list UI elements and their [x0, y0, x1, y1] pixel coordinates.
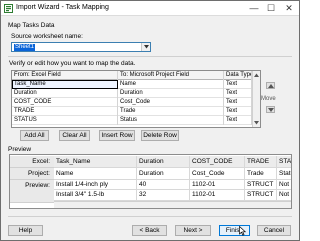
import-wizard-window: Import Wizard - Task Mapping — ☐ ✕ Map T… — [0, 0, 300, 241]
move-up-button[interactable] — [266, 82, 275, 89]
table-row[interactable]: Duration Duration Text — [12, 89, 260, 98]
preview-data-cell: Install 1/4-inch ply — [54, 180, 137, 190]
header-datatype: Data Type — [226, 71, 252, 80]
preview-excel-cell: Duration — [137, 156, 190, 168]
preview-row-label: Project: — [10, 168, 54, 180]
type-cell: Text — [224, 89, 252, 98]
close-icon[interactable]: ✕ — [281, 2, 297, 14]
source-worksheet-combo[interactable]: Sheet1 — [11, 42, 151, 52]
table-row[interactable]: STATUS Status Text — [12, 116, 260, 125]
preview-scrollbar[interactable] — [54, 201, 291, 208]
cancel-button[interactable]: Cancel — [257, 225, 291, 236]
back-button[interactable]: < Back — [132, 225, 167, 236]
title-bar: Import Wizard - Task Mapping — ☐ ✕ — [1, 1, 299, 16]
maximize-icon[interactable]: ☐ — [263, 2, 279, 14]
to-cell[interactable]: Cost_Code — [118, 98, 224, 107]
preview-data-cell: Not S — [277, 180, 291, 190]
add-all-button[interactable]: Add All — [20, 130, 49, 141]
section-title: Map Tasks Data — [8, 22, 55, 29]
mapping-instructions: Verify or edit how you want to map the d… — [9, 60, 136, 67]
minimize-icon[interactable]: — — [246, 2, 262, 14]
preview-data-cell: 1102-01 — [190, 180, 245, 190]
app-icon — [4, 4, 13, 13]
preview-excel-cell: STATUS — [277, 156, 291, 168]
mapping-table-scrollbar[interactable] — [252, 71, 260, 127]
preview-grid: Excel: Project: Preview: Task_Name Durat… — [9, 154, 292, 209]
mouse-cursor-icon — [239, 226, 246, 236]
move-down-button[interactable] — [266, 106, 275, 113]
table-row[interactable]: COST_CODE Cost_Code Text — [12, 98, 260, 107]
preview-title: Preview — [8, 146, 32, 153]
type-cell: Text — [224, 98, 252, 107]
mapping-table-header: From: Excel Field To: Microsoft Project … — [12, 71, 260, 80]
from-cell[interactable]: Duration — [12, 89, 118, 98]
move-up-icon — [268, 84, 274, 88]
insert-row-button[interactable]: Insert Row — [99, 130, 135, 141]
divider — [8, 56, 292, 57]
mapping-table[interactable]: From: Excel Field To: Microsoft Project … — [11, 70, 261, 128]
preview-project-cell: Cost_Code — [190, 168, 245, 180]
preview-project-cell: Name — [54, 168, 137, 180]
combo-arrow-icon[interactable] — [141, 43, 150, 51]
table-row[interactable]: Task_Name Name Text — [12, 80, 260, 89]
footer-divider — [8, 216, 292, 217]
source-worksheet-value: Sheet1 — [14, 44, 36, 51]
preview-project-cell: Status — [277, 168, 291, 180]
to-cell[interactable]: Duration — [118, 89, 224, 98]
preview-project-cell: Trade — [245, 168, 277, 180]
clear-all-button[interactable]: Clear All — [59, 130, 90, 141]
move-down-icon — [268, 108, 274, 112]
table-row[interactable]: TRADE Trade Text — [12, 107, 260, 116]
preview-data-cell: 32 — [137, 190, 190, 201]
header-from: From: Excel Field — [12, 71, 118, 80]
window-title: Import Wizard - Task Mapping — [16, 4, 109, 11]
preview-data-cell: 40 — [137, 180, 190, 190]
delete-row-button[interactable]: Delete Row — [141, 130, 179, 141]
from-cell[interactable]: Task_Name — [12, 80, 118, 89]
from-cell[interactable]: COST_CODE — [12, 98, 118, 107]
preview-excel-cell: COST_CODE — [190, 156, 245, 168]
source-worksheet-label: Source worksheet name: — [11, 33, 83, 40]
scroll-up-icon[interactable] — [254, 73, 259, 77]
type-cell: Text — [224, 107, 252, 116]
preview-project-cell: Duration — [137, 168, 190, 180]
preview-data-cell: STRUCT — [245, 190, 277, 201]
header-to: To: Microsoft Project Field — [118, 71, 224, 80]
to-cell[interactable]: Trade — [118, 107, 224, 116]
preview-data-cell: STRUCT — [245, 180, 277, 190]
preview-data-cell: Not S — [277, 190, 291, 201]
to-cell[interactable]: Status — [118, 116, 224, 125]
scroll-down-icon[interactable] — [254, 121, 259, 125]
from-cell[interactable]: STATUS — [12, 116, 118, 125]
from-cell[interactable]: TRADE — [12, 107, 118, 116]
preview-row-label: Excel: — [10, 156, 54, 168]
preview-excel-cell: Task_Name — [54, 156, 137, 168]
preview-row-label: Preview: — [10, 180, 54, 203]
preview-data-cell: Install 3/4" 1.5-lb — [54, 190, 137, 201]
type-cell: Text — [224, 116, 252, 125]
help-button[interactable]: Help — [8, 225, 43, 236]
move-label: Move — [261, 96, 276, 102]
next-button[interactable]: Next > — [175, 225, 211, 236]
to-cell[interactable]: Name — [118, 80, 224, 89]
preview-excel-cell: TRADE — [245, 156, 277, 168]
preview-data-cell: 1102-01 — [190, 190, 245, 201]
type-cell: Text — [224, 80, 252, 89]
